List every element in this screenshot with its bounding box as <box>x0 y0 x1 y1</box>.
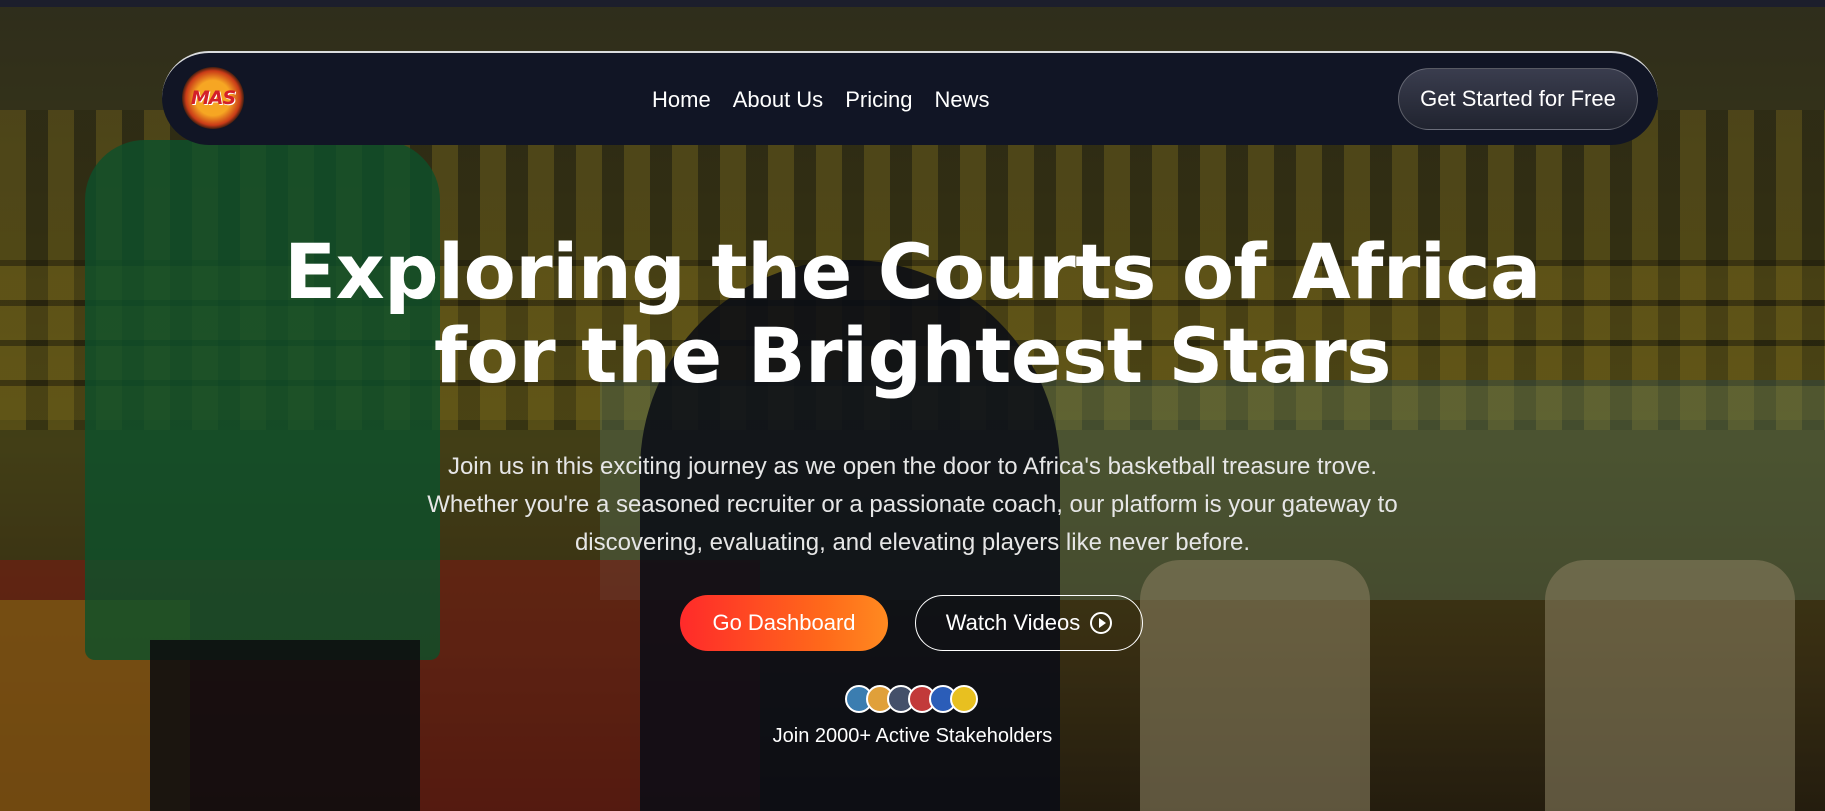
stakeholder-avatars <box>845 685 978 713</box>
hero-title-line-1: Exploring the Courts of Africa <box>284 227 1541 316</box>
browser-top-strip <box>0 0 1825 7</box>
navbar: MAS Home About Us Pricing News Get Start… <box>162 51 1658 145</box>
avatar <box>950 685 978 713</box>
get-started-button[interactable]: Get Started for Free <box>1398 68 1638 130</box>
social-proof-text: Join 2000+ Active Stakeholders <box>772 725 1053 747</box>
basketball-logo-icon[interactable]: MAS <box>182 67 244 129</box>
hero-title-line-2: for the Brightest Stars <box>433 311 1392 400</box>
go-dashboard-button[interactable]: Go Dashboard <box>680 595 888 651</box>
play-circle-icon <box>1090 612 1113 634</box>
nav-links: Home About Us Pricing News <box>652 53 989 147</box>
nav-link-news[interactable]: News <box>934 87 989 113</box>
watch-videos-label: Watch Videos <box>945 610 1081 635</box>
logo-text: MAS <box>190 87 236 109</box>
watch-videos-button[interactable]: Watch Videos <box>915 595 1143 651</box>
nav-link-pricing[interactable]: Pricing <box>845 87 912 113</box>
nav-link-home[interactable]: Home <box>652 87 711 113</box>
hero-title: Exploring the Courts of Africa for the B… <box>0 230 1825 398</box>
hero-subtitle: Join us in this exciting journey as we o… <box>427 453 1398 556</box>
nav-link-about-us[interactable]: About Us <box>733 87 824 113</box>
